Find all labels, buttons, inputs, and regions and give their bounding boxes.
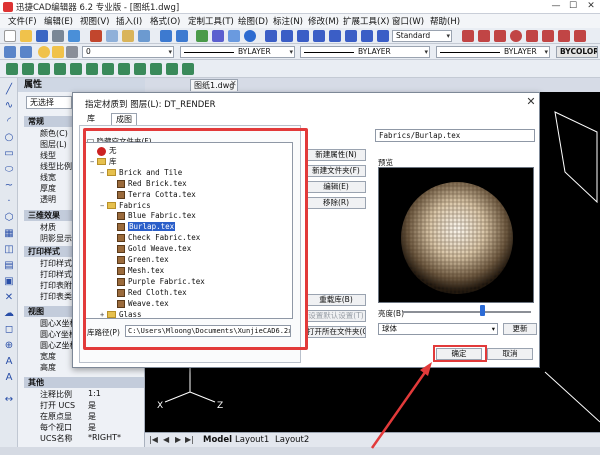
annotation-arrow (370, 362, 432, 449)
